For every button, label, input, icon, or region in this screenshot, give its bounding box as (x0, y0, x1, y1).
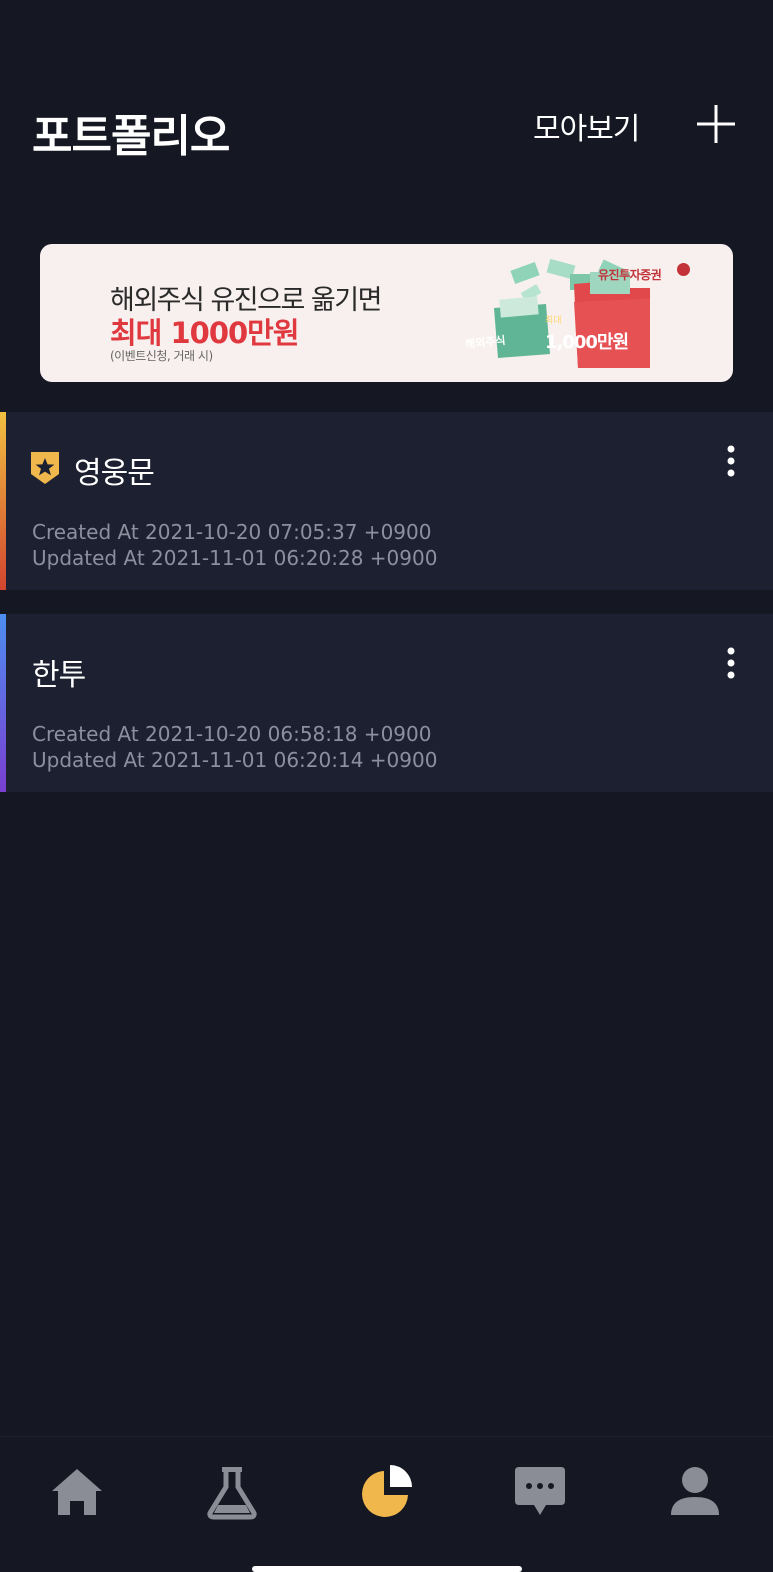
more-vertical-icon[interactable] (718, 444, 744, 480)
updated-at: Updated At 2021-11-01 06:20:28 +0900 (32, 546, 438, 570)
profile-icon[interactable] (665, 1461, 725, 1521)
pie-chart-icon[interactable] (356, 1461, 416, 1521)
header: 포트폴리오 모아보기 (0, 0, 773, 200)
portfolio-card[interactable]: 한투 Created At 2021-10-20 06:58:18 +0900 … (0, 614, 773, 792)
card-accent-bar (0, 412, 6, 590)
home-indicator[interactable] (252, 1566, 522, 1572)
portfolio-name: 한투 (32, 658, 86, 693)
banner-brand: 유진투자증권 (598, 268, 662, 282)
portfolio-name: 영웅문 (74, 456, 155, 491)
banner-max-label: 최대 (545, 316, 562, 326)
more-vertical-icon[interactable] (718, 646, 744, 682)
flask-icon[interactable] (202, 1461, 262, 1521)
banner-amount: 1,000만원 (545, 332, 629, 353)
plus-icon[interactable] (696, 104, 736, 144)
created-at: Created At 2021-10-20 06:58:18 +0900 (32, 722, 432, 746)
created-at: Created At 2021-10-20 07:05:37 +0900 (32, 520, 432, 544)
card-accent-bar (0, 614, 6, 792)
portfolio-screen: 포트폴리오 모아보기 해외주식 유진으로 옮기면 최대 1000만원 (이벤트신… (0, 0, 773, 1572)
page-title: 포트폴리오 (32, 111, 230, 162)
overview-button[interactable]: 모아보기 (533, 104, 640, 148)
chat-icon[interactable] (510, 1461, 570, 1521)
promo-banner[interactable]: 해외주식 유진으로 옮기면 최대 1000만원 (이벤트신청, 거래 시) 해외… (40, 244, 733, 382)
star-shield-icon (31, 452, 59, 484)
home-icon[interactable] (47, 1461, 107, 1521)
banner-footnote: (이벤트신청, 거래 시) (110, 349, 213, 363)
brand-logo-icon (677, 263, 690, 276)
portfolio-card[interactable]: 영웅문 Created At 2021-10-20 07:05:37 +0900… (0, 412, 773, 590)
updated-at: Updated At 2021-11-01 06:20:14 +0900 (32, 748, 438, 772)
banner-highlight: 최대 1000만원 (110, 316, 300, 350)
bottom-nav (0, 1436, 773, 1572)
